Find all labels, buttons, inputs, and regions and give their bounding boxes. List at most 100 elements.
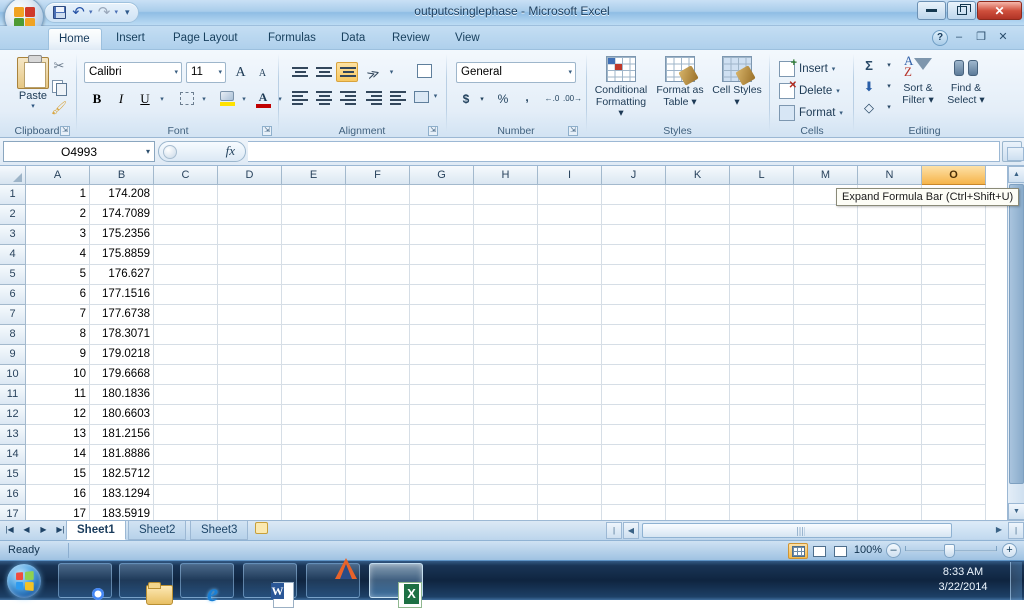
cell-N10[interactable]: [858, 365, 922, 385]
tab-formulas[interactable]: Formulas: [258, 28, 326, 50]
cell-C10[interactable]: [154, 365, 218, 385]
cell-G7[interactable]: [410, 305, 474, 325]
cell-B17[interactable]: 183.5919: [90, 505, 154, 520]
cell-A4[interactable]: 4: [26, 245, 90, 265]
borders-button[interactable]: [176, 88, 198, 109]
cell-G13[interactable]: [410, 425, 474, 445]
cell-K11[interactable]: [666, 385, 730, 405]
cell-C2[interactable]: [154, 205, 218, 225]
cell-A16[interactable]: 16: [26, 485, 90, 505]
cell-C13[interactable]: [154, 425, 218, 445]
cell-D6[interactable]: [218, 285, 282, 305]
cell-F12[interactable]: [346, 405, 410, 425]
cell-H10[interactable]: [474, 365, 538, 385]
cell-G6[interactable]: [410, 285, 474, 305]
cell-M6[interactable]: [794, 285, 858, 305]
column-header-O[interactable]: O: [922, 166, 986, 185]
cell-J17[interactable]: [602, 505, 666, 520]
cell-J14[interactable]: [602, 445, 666, 465]
cell-L16[interactable]: [730, 485, 794, 505]
row-header-14[interactable]: 14: [0, 445, 26, 465]
cell-K1[interactable]: [666, 185, 730, 205]
cell-I1[interactable]: [538, 185, 602, 205]
cell-A8[interactable]: 8: [26, 325, 90, 345]
cell-C14[interactable]: [154, 445, 218, 465]
increase-indent-button[interactable]: [386, 86, 408, 106]
cell-M13[interactable]: [794, 425, 858, 445]
zoom-level-label[interactable]: 100%: [848, 544, 882, 556]
cell-B16[interactable]: 183.1294: [90, 485, 154, 505]
cell-L10[interactable]: [730, 365, 794, 385]
cell-L3[interactable]: [730, 225, 794, 245]
cell-M12[interactable]: [794, 405, 858, 425]
zoom-slider-thumb[interactable]: [944, 544, 955, 558]
cell-F17[interactable]: [346, 505, 410, 520]
format-caret-icon[interactable]: ▾: [839, 109, 843, 117]
alignment-dialog-launcher[interactable]: ⇲: [428, 126, 438, 136]
cell-A14[interactable]: 14: [26, 445, 90, 465]
cell-L14[interactable]: [730, 445, 794, 465]
accounting-caret-icon[interactable]: ▾: [476, 88, 488, 109]
cell-O3[interactable]: [922, 225, 986, 245]
cell-E6[interactable]: [282, 285, 346, 305]
cell-I2[interactable]: [538, 205, 602, 225]
cell-N8[interactable]: [858, 325, 922, 345]
autosum-button[interactable]: Σ: [859, 56, 879, 75]
cell-O5[interactable]: [922, 265, 986, 285]
cell-H6[interactable]: [474, 285, 538, 305]
orientation-button[interactable]: ≫: [362, 62, 386, 82]
page-break-view-button[interactable]: [830, 543, 850, 559]
save-button[interactable]: [51, 4, 68, 21]
cell-G10[interactable]: [410, 365, 474, 385]
cell-C16[interactable]: [154, 485, 218, 505]
find-select-caret-icon[interactable]: ▾: [979, 94, 984, 106]
clear-button[interactable]: ◇: [859, 98, 879, 117]
row-header-7[interactable]: 7: [0, 305, 26, 325]
cell-C1[interactable]: [154, 185, 218, 205]
cell-E3[interactable]: [282, 225, 346, 245]
cell-G9[interactable]: [410, 345, 474, 365]
cell-J13[interactable]: [602, 425, 666, 445]
cell-K5[interactable]: [666, 265, 730, 285]
cell-E12[interactable]: [282, 405, 346, 425]
cell-E4[interactable]: [282, 245, 346, 265]
cell-L15[interactable]: [730, 465, 794, 485]
cell-F14[interactable]: [346, 445, 410, 465]
cell-I16[interactable]: [538, 485, 602, 505]
cell-D7[interactable]: [218, 305, 282, 325]
start-button[interactable]: [2, 562, 50, 600]
taskbar-item-file-explorer[interactable]: [119, 563, 173, 598]
cell-L17[interactable]: [730, 505, 794, 520]
cell-D8[interactable]: [218, 325, 282, 345]
cell-D16[interactable]: [218, 485, 282, 505]
cell-I6[interactable]: [538, 285, 602, 305]
format-painter-button[interactable]: 🖌: [48, 97, 70, 117]
insert-cells-button[interactable]: Insert ▾: [775, 57, 839, 79]
cell-J7[interactable]: [602, 305, 666, 325]
align-right-button[interactable]: [336, 86, 358, 106]
cell-F9[interactable]: [346, 345, 410, 365]
cell-L5[interactable]: [730, 265, 794, 285]
cell-M14[interactable]: [794, 445, 858, 465]
cell-F3[interactable]: [346, 225, 410, 245]
name-box-caret-icon[interactable]: ▾: [146, 142, 150, 162]
cell-styles-caret-icon[interactable]: ▾: [734, 96, 739, 108]
close-button[interactable]: ✕: [977, 1, 1022, 20]
cell-M9[interactable]: [794, 345, 858, 365]
document-minimize-button[interactable]: –: [950, 30, 968, 46]
italic-button[interactable]: I: [110, 88, 132, 109]
scroll-right-end-button[interactable]: |: [1008, 522, 1024, 539]
cell-N5[interactable]: [858, 265, 922, 285]
cell-C8[interactable]: [154, 325, 218, 345]
column-header-E[interactable]: E: [282, 166, 346, 185]
tab-insert[interactable]: Insert: [106, 28, 155, 50]
column-header-N[interactable]: N: [858, 166, 922, 185]
cell-M17[interactable]: [794, 505, 858, 520]
cell-O9[interactable]: [922, 345, 986, 365]
format-cells-button[interactable]: Format ▾: [775, 102, 847, 123]
underline-caret-icon[interactable]: ▾: [156, 88, 168, 109]
cell-C15[interactable]: [154, 465, 218, 485]
row-header-9[interactable]: 9: [0, 345, 26, 365]
cell-E17[interactable]: [282, 505, 346, 520]
grow-font-button[interactable]: A: [230, 62, 251, 83]
